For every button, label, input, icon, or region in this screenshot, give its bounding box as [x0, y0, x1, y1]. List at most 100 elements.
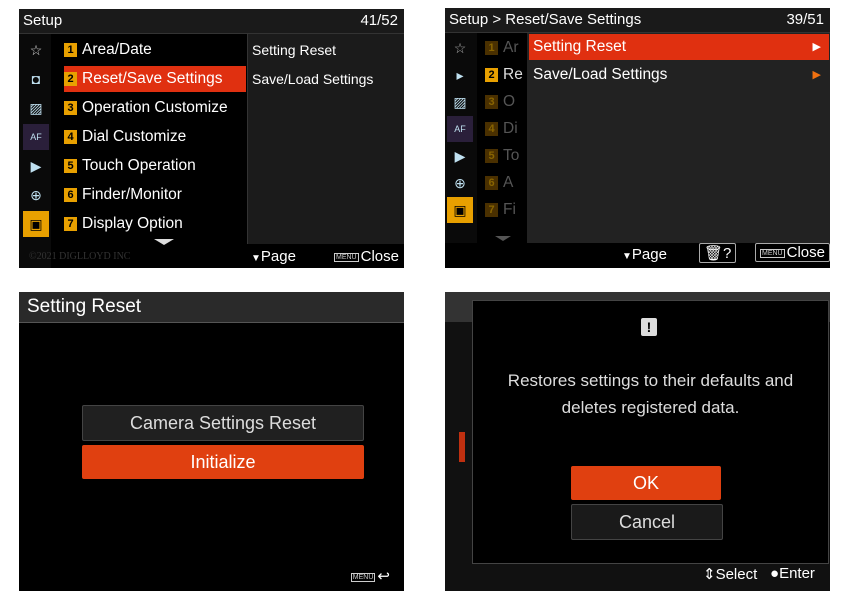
- menu-title: Setup: [23, 12, 63, 29]
- close-hint[interactable]: MENU Close: [755, 243, 830, 262]
- item-number: 5: [485, 148, 498, 163]
- menu-item-dimmed: 6A: [485, 170, 513, 196]
- breadcrumb: Setup > Reset/Save Settings: [449, 11, 642, 28]
- cancel-button[interactable]: Cancel: [571, 504, 723, 540]
- menu-header: Setup > Reset/Save Settings 39/51: [445, 8, 830, 33]
- item-label: Operation Customize: [82, 99, 228, 116]
- up-down-icon: ⇕: [703, 566, 716, 583]
- globe-icon[interactable]: ⊕: [23, 182, 49, 208]
- item-label: Display Option: [82, 215, 183, 232]
- item-label: A: [503, 174, 514, 191]
- watermark: ©2021 DIGLLOYD INC: [29, 251, 131, 262]
- submenu-setting-reset[interactable]: Setting Reset: [252, 37, 336, 63]
- item-number: 3: [485, 94, 498, 109]
- item-label: Di: [503, 120, 518, 137]
- network-icon[interactable]: ▨: [23, 95, 49, 121]
- page-icon: ▼: [622, 251, 632, 262]
- playback-icon[interactable]: ▶: [23, 153, 49, 179]
- item-number: 5: [64, 158, 77, 173]
- menu-item-dimmed: 1 Ar: [485, 35, 519, 61]
- camera-settings-icon[interactable]: ◘: [23, 66, 49, 92]
- chevron-right-icon: ▶: [812, 41, 821, 53]
- menu-item-dimmed: 5 To: [485, 143, 519, 169]
- menu-item-operation-customize[interactable]: 3 Operation Customize: [64, 95, 228, 121]
- menu-key-icon: MENU: [334, 252, 359, 262]
- submenu-setting-reset[interactable]: Setting Reset ▶: [529, 34, 829, 60]
- menu-header: Setup 41/52: [19, 9, 404, 34]
- item-number: 3: [64, 100, 77, 115]
- item-label: Reset/Save Settings: [82, 70, 223, 87]
- item-label: To: [503, 147, 520, 164]
- screen-header: Setting Reset: [19, 292, 404, 323]
- star-icon[interactable]: ☆: [23, 37, 49, 63]
- item-number: 7: [485, 202, 498, 217]
- camera-settings-icon: ▸: [456, 66, 464, 83]
- item-label: Re: [503, 66, 523, 83]
- item-number: 6: [485, 175, 498, 190]
- network-icon: ▨: [453, 93, 467, 110]
- menu-item-reset-save-settings[interactable]: 2 Reset/Save Settings: [64, 66, 246, 92]
- page-indicator: 39/51: [786, 11, 824, 28]
- playback-icon: ▶: [454, 147, 466, 164]
- star-icon: ☆: [453, 39, 467, 56]
- af-mf-icon: AF: [447, 116, 473, 142]
- menu-item-dial-customize[interactable]: 4 Dial Customize: [64, 124, 186, 150]
- close-hint[interactable]: MENU Close: [334, 248, 399, 265]
- dialog-box: ! Restores settings to their defaults an…: [472, 300, 829, 564]
- dialog-message-line1: Restores settings to their defaults and: [507, 371, 794, 390]
- af-mf-icon[interactable]: AF: [23, 124, 49, 150]
- scroll-down-arrow[interactable]: [154, 239, 174, 245]
- menu-item-area-date[interactable]: 1 Area/Date: [64, 37, 152, 63]
- page-icon: ▼: [251, 253, 261, 264]
- select-hint: ⇕Select: [703, 566, 758, 583]
- menu-item-dimmed: 7 Fi: [485, 197, 516, 223]
- setting-reset-panel: Setting Reset Camera Settings Reset Init…: [19, 292, 404, 591]
- submenu-label: Setting Reset: [533, 38, 627, 55]
- menu-item-display-option[interactable]: 7 Display Option: [64, 211, 183, 237]
- dialog-message-line2: deletes registered data.: [561, 398, 740, 417]
- item-number: 4: [64, 129, 77, 144]
- item-number: 2: [485, 67, 498, 82]
- page-hint[interactable]: ▼Page: [251, 248, 296, 265]
- scroll-down-arrow: [495, 236, 511, 241]
- page-hint[interactable]: ▼Page: [622, 246, 667, 263]
- globe-icon: ⊕: [454, 174, 466, 191]
- item-label: Area/Date: [82, 41, 152, 58]
- background-highlight-left: [459, 432, 465, 462]
- item-label: Fi: [503, 201, 516, 218]
- menu-item-finder-monitor[interactable]: 6 Finder/Monitor: [64, 182, 182, 208]
- camera-settings-reset-button[interactable]: Camera Settings Reset: [82, 405, 364, 441]
- return-icon: ↩: [377, 568, 390, 585]
- reset-save-panel: Setup > Reset/Save Settings 39/51 ☆ ▸ ▨ …: [445, 8, 830, 268]
- menu-key-icon: MENU: [760, 248, 785, 258]
- toolbox-icon: ▣: [447, 197, 473, 223]
- menu-item-dimmed: 4 Di: [485, 116, 518, 142]
- submenu-save-load-settings[interactable]: Save/Load Settings ▶: [529, 62, 829, 88]
- page-indicator: 41/52: [360, 12, 398, 29]
- item-number: 4: [485, 121, 498, 136]
- confirm-dialog-panel: ! Restores settings to their defaults an…: [445, 292, 830, 591]
- menu-item-current: 2 Re: [485, 62, 523, 88]
- initialize-button[interactable]: Initialize: [82, 445, 364, 479]
- trash-icon: 🗑: [704, 245, 724, 262]
- toolbox-icon[interactable]: ▣: [23, 211, 49, 237]
- item-label: Touch Operation: [82, 157, 196, 174]
- menu-key-icon: MENU: [350, 572, 376, 582]
- enter-hint: ●Enter: [770, 565, 815, 582]
- back-hint[interactable]: MENU ↩: [350, 567, 390, 585]
- item-number: 1: [485, 40, 498, 55]
- item-label: Dial Customize: [82, 128, 187, 145]
- help-hint[interactable]: 🗑?: [699, 243, 737, 263]
- screen-title: Setting Reset: [27, 296, 142, 317]
- item-label: Ar: [503, 39, 519, 56]
- item-number: 1: [64, 42, 77, 57]
- submenu-save-load-settings[interactable]: Save/Load Settings: [252, 66, 373, 92]
- item-label: O: [503, 93, 516, 110]
- menu-item-dimmed: 3O: [485, 89, 515, 115]
- submenu-label: Save/Load Settings: [533, 66, 668, 83]
- ok-button[interactable]: OK: [571, 466, 721, 500]
- setup-menu-panel: Setup 41/52 ☆ ◘ ▨ AF ▶ ⊕ ▣ 1 Area/Date 2R…: [19, 9, 404, 268]
- item-number: 2: [64, 71, 77, 86]
- center-button-icon: ●: [770, 565, 780, 582]
- menu-item-touch-operation[interactable]: 5 Touch Operation: [64, 153, 196, 179]
